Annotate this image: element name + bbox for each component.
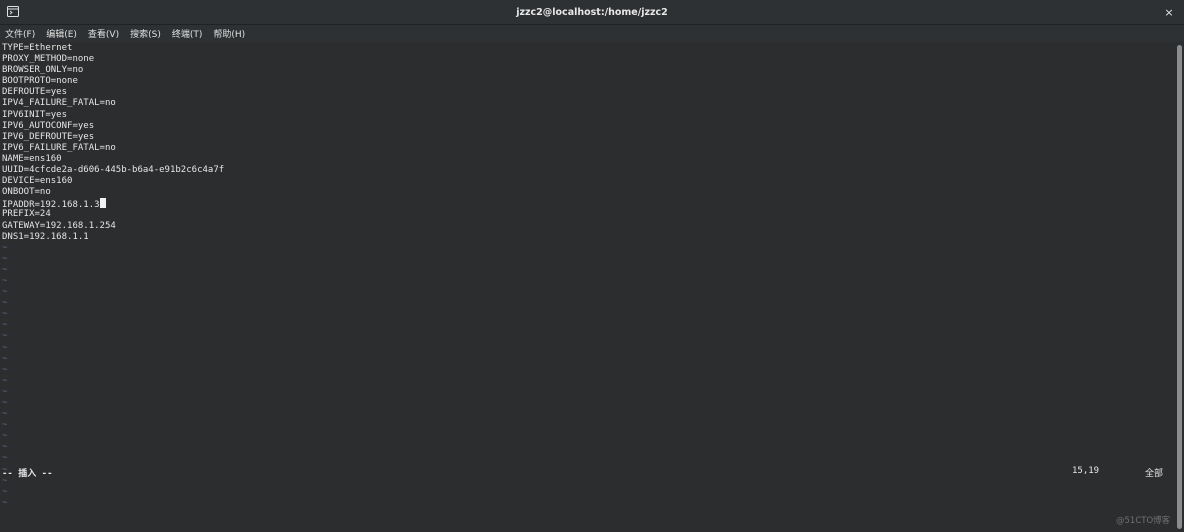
empty-line-marker: ~ — [2, 320, 8, 331]
empty-line-marker: ~ — [2, 253, 8, 264]
empty-line-marker: ~ — [2, 309, 8, 320]
editor-line: BOOTPROTO=none — [2, 76, 78, 87]
editor-line: UUID=4cfcde2a-d606-445b-b6a4-e91b2c6c4a7… — [2, 165, 225, 176]
empty-line-marker: ~ — [2, 409, 8, 420]
menu-help[interactable]: 帮助(H) — [212, 26, 246, 41]
empty-line-marker: ~ — [2, 420, 8, 431]
empty-line-marker: ~ — [2, 453, 8, 464]
menu-file[interactable]: 文件(F) — [4, 26, 36, 41]
menu-terminal[interactable]: 终端(T) — [171, 26, 204, 41]
editor-line: PREFIX=24 — [2, 209, 51, 220]
scroll-indicator: 全部 — [1145, 469, 1164, 479]
empty-line-marker: ~ — [2, 442, 8, 453]
editor-line: PROXY_METHOD=none — [2, 54, 95, 65]
menu-view[interactable]: 查看(V) — [87, 26, 120, 41]
empty-line-marker: ~ — [2, 264, 8, 275]
terminal-area[interactable]: TYPE=Ethernet PROXY_METHOD=none BROWSER_… — [0, 43, 1174, 532]
editor-line: IPV4_FAILURE_FATAL=no — [2, 98, 116, 109]
empty-line-marker: ~ — [2, 287, 8, 298]
watermark: @51CTO博客 — [1116, 516, 1171, 526]
empty-line-marker: ~ — [2, 242, 8, 253]
close-icon[interactable]: × — [1160, 3, 1178, 21]
menu-search[interactable]: 搜索(S) — [129, 26, 162, 41]
empty-line-marker: ~ — [2, 431, 8, 442]
empty-line-marker: ~ — [2, 486, 8, 497]
window-title: jzzc2@localhost:/home/jzzc2 — [516, 6, 668, 18]
empty-line-marker: ~ — [2, 275, 8, 286]
editor-lines: TYPE=Ethernet PROXY_METHOD=none BROWSER_… — [2, 43, 224, 509]
editor-line: IPV6INIT=yes — [2, 109, 68, 120]
editor-line: DEVICE=ens160 — [2, 176, 73, 187]
menu-edit[interactable]: 编辑(E) — [45, 26, 78, 41]
editor-line: DEFROUTE=yes — [2, 87, 68, 98]
editor-line: IPV6_AUTOCONF=yes — [2, 120, 95, 131]
empty-line-marker: ~ — [2, 398, 8, 408]
menu-bar: 文件(F) 编辑(E) 查看(V) 搜索(S) 终端(T) 帮助(H) — [0, 25, 1184, 42]
cursor-position: 15,19 — [1072, 466, 1100, 476]
editor-line-current: IPADDR=192.168.1.3 — [2, 198, 224, 210]
editor-line: GATEWAY=192.168.1.254 — [2, 220, 116, 231]
terminal-icon — [7, 6, 19, 17]
editor-line: IPV6_FAILURE_FATAL=no — [2, 142, 116, 153]
editor-line: IPV6_DEFROUTE=yes — [2, 131, 95, 142]
editor-line: DNS1=192.168.1.1 — [2, 231, 89, 242]
editor-line: NAME=ens160 — [2, 153, 62, 164]
scrollbar-thumb[interactable] — [1177, 45, 1182, 529]
editor-line: BROWSER_ONLY=no — [2, 65, 84, 76]
window-titlebar[interactable]: jzzc2@localhost:/home/jzzc2 × — [0, 0, 1184, 25]
empty-line-marker: ~ — [2, 497, 8, 508]
mode-indicator: -- 插入 -- — [2, 469, 53, 479]
text-cursor — [99, 198, 106, 209]
empty-line-marker: ~ — [2, 298, 8, 309]
vim-status-bar: -- 插入 -- 15,19 全部 — [2, 466, 1172, 479]
editor-line: ONBOOT=no — [2, 187, 51, 198]
empty-line-marker: ~ — [2, 331, 8, 342]
empty-line-marker: ~ — [2, 386, 8, 397]
editor-line: TYPE=Ethernet — [2, 43, 73, 53]
scrollbar[interactable] — [1174, 43, 1184, 532]
empty-line-marker: ~ — [2, 364, 8, 375]
empty-line-marker: ~ — [2, 353, 8, 364]
empty-line-marker: ~ — [2, 375, 8, 386]
empty-line-marker: ~ — [2, 342, 8, 353]
